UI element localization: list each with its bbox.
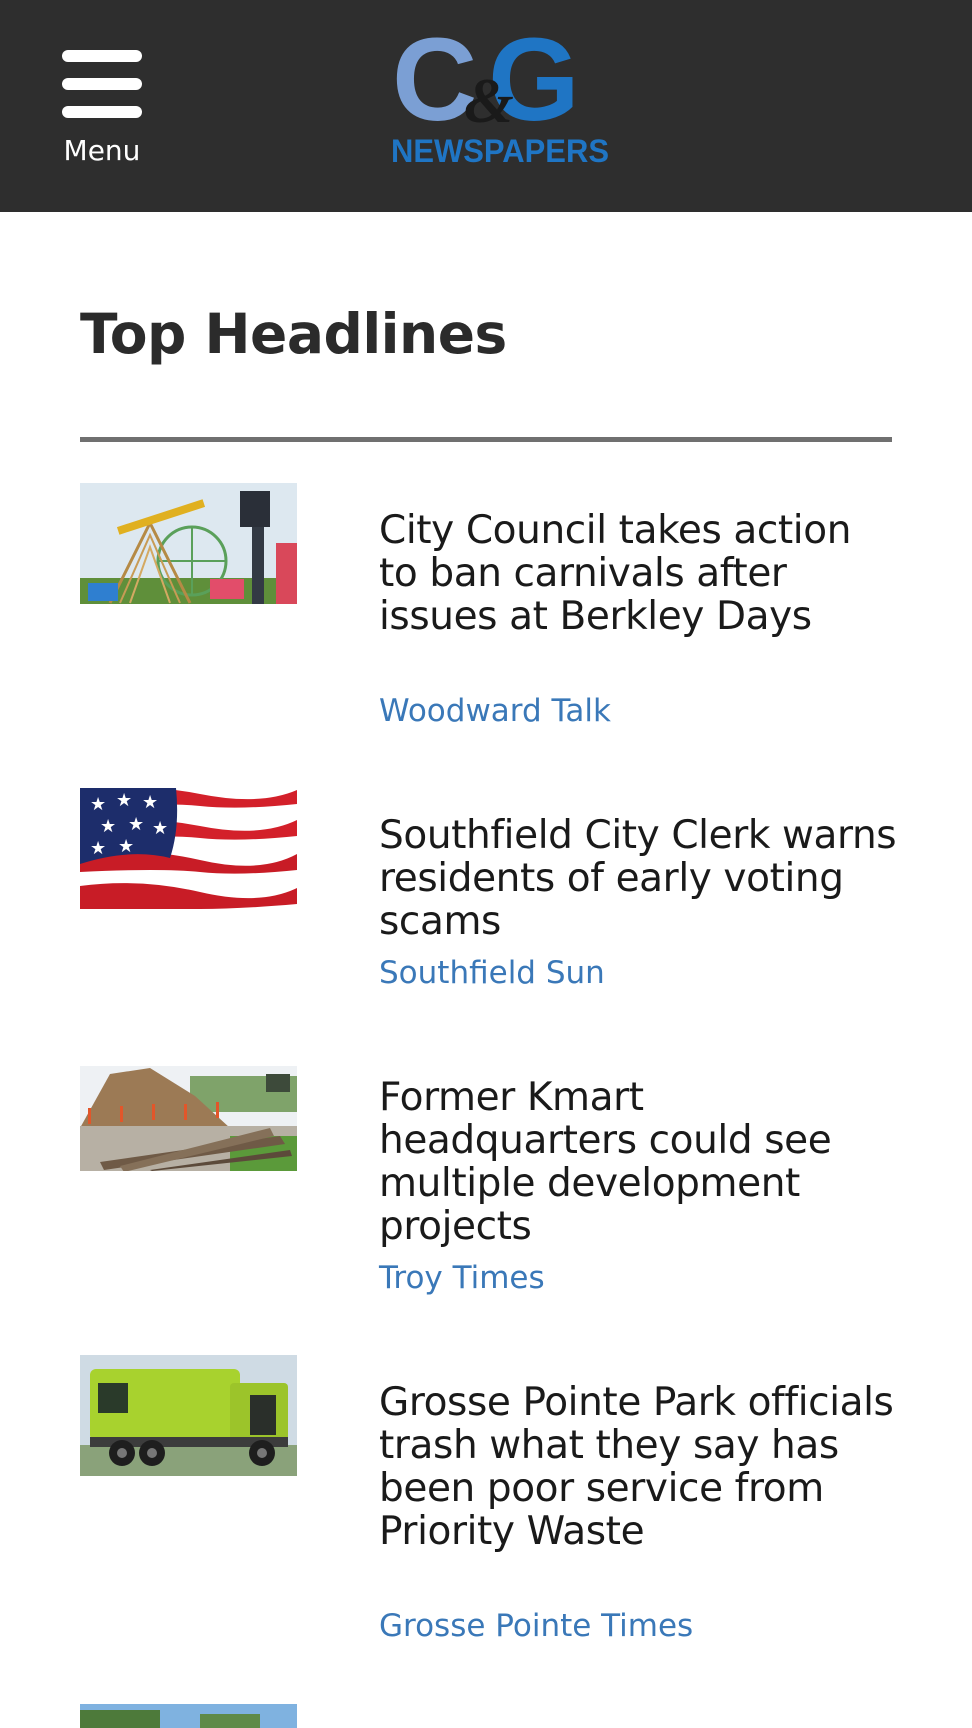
top-navigation-bar: Menu C G & NEWSPAPERS (0, 0, 972, 212)
article-source-link[interactable]: Southfield Sun (379, 955, 605, 991)
article-headline[interactable]: Southfield City Clerk warns residents of… (379, 814, 899, 943)
svg-text:★: ★ (100, 816, 116, 837)
menu-button[interactable]: Menu (52, 44, 152, 174)
next-article-photo (80, 1704, 297, 1728)
construction-dirt-pile-photo (80, 1066, 297, 1171)
article-thumbnail-flag[interactable]: ★ ★ ★ ★ ★ ★ ★ ★ (80, 788, 297, 909)
article-source-link[interactable]: Grosse Pointe Times (379, 1608, 693, 1644)
page: Menu C G & NEWSPAPERS Top Headlines City… (0, 0, 972, 1728)
logo-ampersand: & (464, 65, 514, 136)
article-thumbnail-construction[interactable] (80, 1066, 297, 1171)
svg-text:★: ★ (116, 790, 132, 811)
article-thumbnail-next[interactable] (80, 1704, 297, 1728)
menu-label: Menu (63, 134, 141, 167)
article-thumbnail-carnival[interactable] (80, 483, 297, 604)
svg-text:★: ★ (152, 818, 168, 839)
logo-wordmark: NEWSPAPERS (391, 133, 609, 168)
american-flag-photo: ★ ★ ★ ★ ★ ★ ★ ★ (80, 788, 297, 909)
article-thumbnail-garbage-truck[interactable] (80, 1355, 297, 1476)
carnival-rides-photo (80, 483, 297, 604)
article-source-link[interactable]: Troy Times (379, 1260, 545, 1296)
article-source-link[interactable]: Woodward Talk (379, 693, 611, 729)
garbage-truck-photo (80, 1355, 297, 1476)
article-headline[interactable]: Grosse Pointe Park officials trash what … (379, 1381, 899, 1553)
svg-text:★: ★ (142, 792, 158, 813)
article-headline[interactable]: Former Kmart headquarters could see mult… (379, 1076, 899, 1248)
page-title: Top Headlines (80, 302, 507, 366)
svg-text:★: ★ (90, 838, 106, 859)
hamburger-icon[interactable] (62, 50, 142, 118)
svg-text:★: ★ (128, 814, 144, 835)
svg-text:★: ★ (90, 794, 106, 815)
section-divider (80, 437, 892, 442)
svg-text:★: ★ (118, 836, 134, 857)
cg-newspapers-logo[interactable]: C G & NEWSPAPERS (388, 14, 614, 169)
article-headline[interactable]: City Council takes action to ban carniva… (379, 509, 899, 638)
